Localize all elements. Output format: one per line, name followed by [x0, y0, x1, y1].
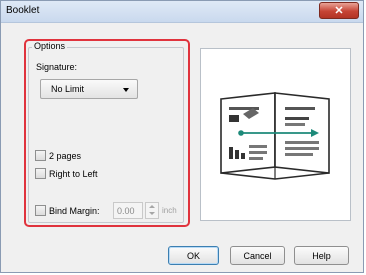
booklet-preview-icon: [220, 92, 330, 180]
options-groupbox: [28, 47, 184, 223]
bind-margin-unit: inch: [162, 206, 177, 215]
signature-dropdown-value: No Limit: [51, 84, 85, 94]
cancel-button[interactable]: Cancel: [230, 246, 285, 265]
dropdown-arrow-icon: [123, 88, 129, 92]
help-button[interactable]: Help: [294, 246, 349, 265]
bind-margin-spinner[interactable]: [145, 202, 159, 219]
title-bar: Booklet ✕: [1, 1, 363, 23]
bind-margin-input[interactable]: 0.00: [113, 202, 143, 219]
spin-up-icon[interactable]: [149, 205, 155, 208]
spin-down-icon[interactable]: [149, 212, 155, 215]
two-pages-label: 2 pages: [49, 151, 82, 161]
signature-label: Signature:: [36, 62, 78, 72]
bind-margin-label: Bind Margin:: [49, 206, 100, 216]
right-to-left-checkbox[interactable]: [35, 168, 46, 179]
right-to-left-label: Right to Left: [49, 169, 98, 179]
signature-dropdown[interactable]: No Limit: [40, 79, 138, 99]
close-button[interactable]: ✕: [319, 2, 359, 19]
ok-button[interactable]: OK: [168, 246, 219, 265]
dialog-title: Booklet: [6, 5, 40, 16]
bind-margin-checkbox[interactable]: [35, 205, 46, 216]
two-pages-checkbox[interactable]: [35, 150, 46, 161]
booklet-preview-panel: [200, 48, 351, 221]
close-icon: ✕: [334, 5, 344, 17]
options-group-title: Options: [32, 41, 68, 51]
